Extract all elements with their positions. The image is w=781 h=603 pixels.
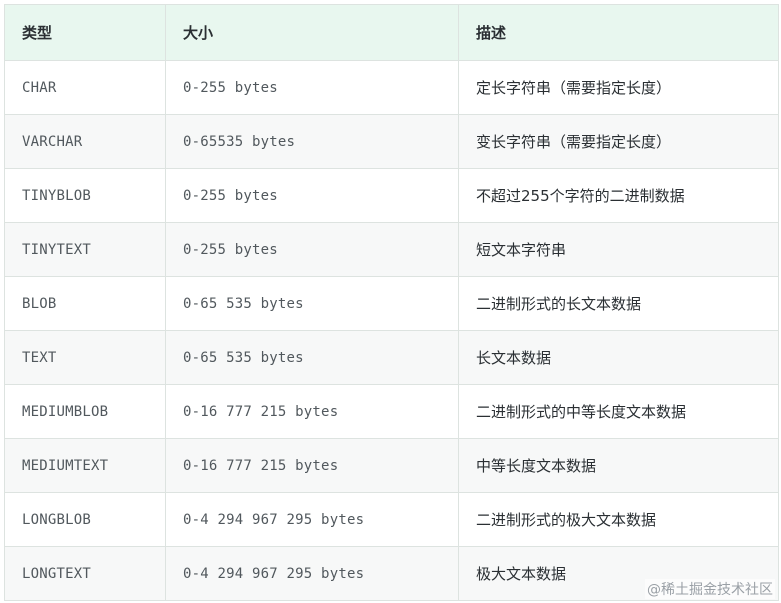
cell-description: 二进制形式的中等长度文本数据 xyxy=(458,384,779,439)
table-row: TINYBLOB 0-255 bytes 不超过255个字符的二进制数据 xyxy=(4,168,779,223)
cell-type: VARCHAR xyxy=(4,114,166,169)
cell-type: MEDIUMBLOB xyxy=(4,384,166,439)
cell-description: 定长字符串（需要指定长度） xyxy=(458,60,779,115)
cell-description: 长文本数据 xyxy=(458,330,779,385)
data-types-table: 类型 大小 描述 CHAR 0-255 bytes 定长字符串（需要指定长度） … xyxy=(4,4,779,601)
header-type: 类型 xyxy=(4,4,166,61)
cell-size: 0-16 777 215 bytes xyxy=(165,384,459,439)
cell-size: 0-255 bytes xyxy=(165,60,459,115)
cell-type: TEXT xyxy=(4,330,166,385)
cell-size: 0-4 294 967 295 bytes xyxy=(165,492,459,547)
cell-type: TINYBLOB xyxy=(4,168,166,223)
cell-type: LONGTEXT xyxy=(4,546,166,601)
table-row: CHAR 0-255 bytes 定长字符串（需要指定长度） xyxy=(4,60,779,115)
table-row: LONGBLOB 0-4 294 967 295 bytes 二进制形式的极大文… xyxy=(4,492,779,547)
table-header-row: 类型 大小 描述 xyxy=(4,4,779,61)
cell-size: 0-4 294 967 295 bytes xyxy=(165,546,459,601)
table-row: MEDIUMTEXT 0-16 777 215 bytes 中等长度文本数据 xyxy=(4,438,779,493)
cell-type: MEDIUMTEXT xyxy=(4,438,166,493)
cell-type: CHAR xyxy=(4,60,166,115)
cell-description: 二进制形式的长文本数据 xyxy=(458,276,779,331)
table-row: VARCHAR 0-65535 bytes 变长字符串（需要指定长度） xyxy=(4,114,779,169)
header-description: 描述 xyxy=(458,4,779,61)
cell-type: BLOB xyxy=(4,276,166,331)
header-size: 大小 xyxy=(165,4,459,61)
cell-size: 0-65 535 bytes xyxy=(165,330,459,385)
cell-size: 0-16 777 215 bytes xyxy=(165,438,459,493)
cell-description: 中等长度文本数据 xyxy=(458,438,779,493)
watermark: @稀土掘金技术社区 xyxy=(645,579,775,599)
cell-description: 二进制形式的极大文本数据 xyxy=(458,492,779,547)
cell-size: 0-255 bytes xyxy=(165,168,459,223)
cell-size: 0-65 535 bytes xyxy=(165,276,459,331)
cell-description: 变长字符串（需要指定长度） xyxy=(458,114,779,169)
cell-type: TINYTEXT xyxy=(4,222,166,277)
table-row: TEXT 0-65 535 bytes 长文本数据 xyxy=(4,330,779,385)
cell-description: 不超过255个字符的二进制数据 xyxy=(458,168,779,223)
table-row: BLOB 0-65 535 bytes 二进制形式的长文本数据 xyxy=(4,276,779,331)
cell-size: 0-255 bytes xyxy=(165,222,459,277)
cell-type: LONGBLOB xyxy=(4,492,166,547)
cell-description: 短文本字符串 xyxy=(458,222,779,277)
table-row: MEDIUMBLOB 0-16 777 215 bytes 二进制形式的中等长度… xyxy=(4,384,779,439)
table-row: TINYTEXT 0-255 bytes 短文本字符串 xyxy=(4,222,779,277)
cell-size: 0-65535 bytes xyxy=(165,114,459,169)
